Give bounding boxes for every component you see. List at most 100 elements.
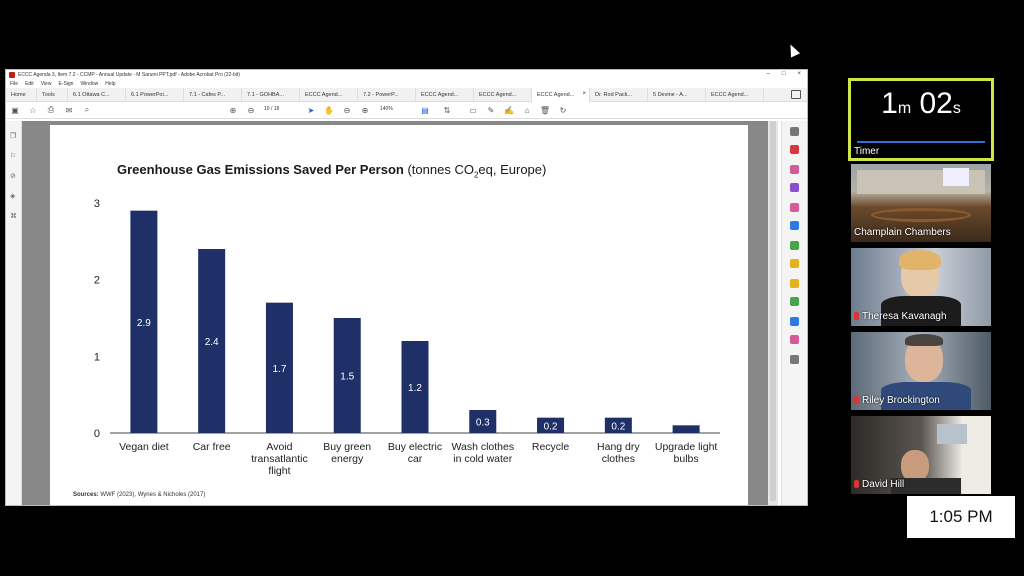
participant-hair [899, 250, 941, 270]
menu-esign[interactable]: E-Sign [58, 81, 73, 87]
attachment-icon[interactable]: ⊘ [10, 173, 18, 181]
tab-document[interactable]: ECCC Agend... [300, 87, 358, 102]
tab-document[interactable]: 6.1 Ottawa C... [68, 87, 126, 102]
pen-icon[interactable]: ✎ [486, 105, 496, 115]
participant-name-text: Champlain Chambers [854, 227, 951, 238]
maximize-button[interactable]: □ [782, 71, 786, 77]
compare-icon[interactable] [790, 297, 799, 306]
tab-label: ECCC Agend... [711, 91, 749, 98]
save-icon[interactable]: ▣ [10, 105, 20, 115]
mail-icon[interactable]: ✉ [64, 105, 74, 115]
bar-value-label: 0.2 [611, 421, 625, 432]
x-tick-label: transatlantic [251, 453, 308, 465]
participant-name-text: Riley Brockington [862, 395, 940, 406]
more-tools-icon[interactable] [790, 355, 799, 364]
tab-label: 7.1 - Cafes P... [189, 91, 225, 98]
video-tile[interactable]: Theresa Kavanagh [851, 248, 991, 326]
organize-pages-icon[interactable] [790, 221, 799, 230]
timer-display: 1m 02s [851, 87, 991, 121]
print-icon[interactable]: ⎙ [46, 105, 56, 115]
export-pdf-icon[interactable] [790, 145, 799, 154]
window-title: ECCC Agenda 3, Item 7.2 - CCMP - Annual … [18, 72, 240, 78]
menu-edit[interactable]: Edit [25, 81, 34, 87]
menu-file[interactable]: File [10, 81, 18, 87]
page-current[interactable]: 10 [264, 106, 270, 112]
bar [672, 425, 700, 433]
fill-sign-icon[interactable] [790, 203, 799, 212]
tab-document[interactable]: 7.1 - GOHBA... [242, 87, 300, 102]
tab-label: ECCC Agend... [305, 91, 343, 98]
tab-document[interactable]: 6.1 PowerPoi... [126, 87, 184, 102]
menu-view[interactable]: View [41, 81, 52, 87]
search-icon[interactable]: ⌕ [82, 105, 92, 115]
video-tile[interactable]: Riley Brockington [851, 332, 991, 410]
tab-document[interactable]: 5 Devine - A... [648, 87, 706, 102]
layers-icon[interactable]: ◈ [10, 193, 18, 201]
stamp-tool-icon[interactable] [790, 279, 799, 288]
protect-icon[interactable] [790, 317, 799, 326]
x-tick-label: Vegan diet [119, 441, 169, 453]
create-pdf-icon[interactable] [790, 183, 799, 192]
bar-chart: 0 1 2 3 2.9 Vegan diet 2.4 Car free 1.7 Avoidtran… [94, 198, 720, 477]
scan-ocr-icon[interactable] [790, 241, 799, 250]
tab-document[interactable]: ECCC Agend... [416, 87, 474, 102]
tab-document[interactable]: ECCC Agend... [706, 87, 764, 102]
search-icon[interactable] [790, 127, 799, 136]
sign-icon[interactable]: ✍ [504, 105, 514, 115]
rotate-icon[interactable]: ↻ [558, 105, 568, 115]
tab-document[interactable]: Dr. Rod Pack... [590, 87, 648, 102]
mouse-cursor-icon [785, 42, 801, 58]
request-sign-icon[interactable] [790, 335, 799, 344]
x-tick-label: Buy electric [388, 441, 442, 453]
mic-muted-icon [854, 312, 859, 320]
x-tick-label: flight [268, 465, 290, 477]
timer-progress [857, 141, 985, 143]
page-down-icon[interactable]: ⊖ [246, 105, 256, 115]
bookmark-icon[interactable]: ⚐ [10, 153, 18, 161]
close-button[interactable]: × [797, 71, 801, 77]
pages-icon[interactable]: ❐ [10, 133, 18, 141]
x-tick-label: Upgrade light [655, 441, 718, 453]
tag-icon[interactable]: ⌘ [10, 213, 18, 221]
tab-document[interactable]: 7.2 - PowerP... [358, 87, 416, 102]
delete-icon[interactable]: 🗑 [540, 105, 550, 115]
menu-help[interactable]: Help [105, 81, 115, 87]
stamp-icon[interactable]: ⌂ [522, 105, 532, 115]
tab-tools[interactable]: Tools [37, 87, 68, 102]
participant-name-text: Theresa Kavanagh [862, 311, 947, 322]
timer-minutes: 1 [881, 87, 898, 120]
comment-tool-icon[interactable] [790, 259, 799, 268]
y-tick-label: 0 [94, 428, 100, 440]
minimize-button[interactable]: – [767, 71, 770, 77]
acrobat-window: ECCC Agenda 3, Item 7.2 - CCMP - Annual … [5, 69, 808, 506]
comment-icon[interactable]: ▭ [468, 105, 478, 115]
page-up-icon[interactable]: ⊕ [228, 105, 238, 115]
share-icon[interactable] [791, 90, 801, 99]
select-cursor-icon[interactable]: ➤ [306, 105, 316, 115]
participant-name: Theresa Kavanagh [854, 311, 947, 322]
right-tools-pane [781, 121, 807, 505]
participant-hair [905, 334, 943, 346]
tab-home[interactable]: Home [6, 87, 37, 102]
video-tile[interactable]: Champlain Chambers [851, 164, 991, 242]
scrollbar-thumb[interactable] [770, 121, 776, 501]
tab-label: 7.1 - GOHBA... [247, 91, 284, 98]
mic-muted-icon [854, 396, 859, 404]
video-tile[interactable]: David Hill [851, 416, 991, 494]
tab-document[interactable]: ECCC Agend... [474, 87, 532, 102]
vertical-scrollbar[interactable] [768, 121, 778, 505]
scroll-mode-icon[interactable]: ⇅ [442, 105, 452, 115]
edit-pdf-icon[interactable] [790, 165, 799, 174]
star-icon[interactable]: ☆ [28, 105, 38, 115]
fit-page-icon[interactable]: ▤ [420, 105, 430, 115]
zoom-level[interactable]: 140% [380, 106, 393, 112]
tab-document-active[interactable]: ECCC Agend... × [532, 87, 590, 102]
y-tick-label: 3 [94, 198, 100, 210]
hand-icon[interactable]: ✋ [324, 105, 334, 115]
zoom-out-icon[interactable]: ⊖ [342, 105, 352, 115]
page-number[interactable]: 10 / 18 [264, 106, 290, 112]
tab-close-icon[interactable]: × [582, 91, 586, 97]
zoom-in-icon[interactable]: ⊕ [360, 105, 370, 115]
tab-document[interactable]: 7.1 - Cafes P... [184, 87, 242, 102]
menu-window[interactable]: Window [80, 81, 98, 87]
